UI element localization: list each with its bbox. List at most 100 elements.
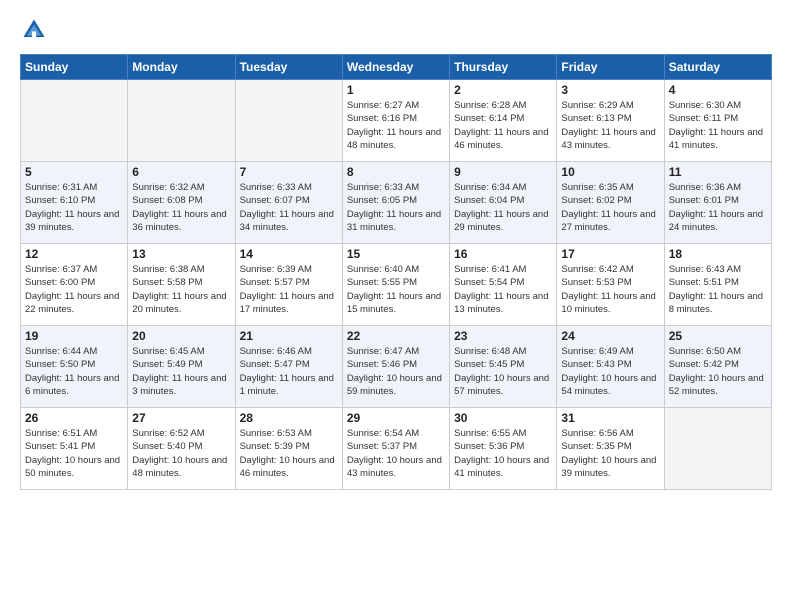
- day-number: 20: [132, 329, 230, 343]
- cell-info: Sunrise: 6:29 AM Sunset: 6:13 PM Dayligh…: [561, 99, 659, 152]
- day-number: 22: [347, 329, 445, 343]
- cell-info: Sunrise: 6:39 AM Sunset: 5:57 PM Dayligh…: [240, 263, 338, 316]
- cell-info: Sunrise: 6:38 AM Sunset: 5:58 PM Dayligh…: [132, 263, 230, 316]
- calendar-cell: 17 Sunrise: 6:42 AM Sunset: 5:53 PM Dayli…: [557, 244, 664, 326]
- day-number: 23: [454, 329, 552, 343]
- cell-info: Sunrise: 6:42 AM Sunset: 5:53 PM Dayligh…: [561, 263, 659, 316]
- calendar-cell: 4 Sunrise: 6:30 AM Sunset: 6:11 PM Daylig…: [664, 80, 771, 162]
- calendar-week-row: 12 Sunrise: 6:37 AM Sunset: 6:00 PM Dayli…: [21, 244, 772, 326]
- calendar-cell: 22 Sunrise: 6:47 AM Sunset: 5:46 PM Dayli…: [342, 326, 449, 408]
- day-number: 26: [25, 411, 123, 425]
- calendar-cell: 2 Sunrise: 6:28 AM Sunset: 6:14 PM Daylig…: [450, 80, 557, 162]
- calendar-cell: 15Sunrise: 6:40 AM Sunset: 5:55 PM Dayli…: [342, 244, 449, 326]
- calendar-body: 1 Sunrise: 6:27 AM Sunset: 6:16 PM Daylig…: [21, 80, 772, 490]
- cell-info: Sunrise: 6:56 AM Sunset: 5:35 PM Dayligh…: [561, 427, 659, 480]
- calendar-cell: 23Sunrise: 6:48 AM Sunset: 5:45 PM Dayli…: [450, 326, 557, 408]
- cell-info: Sunrise: 6:28 AM Sunset: 6:14 PM Dayligh…: [454, 99, 552, 152]
- calendar-cell: 27 Sunrise: 6:52 AM Sunset: 5:40 PM Dayli…: [128, 408, 235, 490]
- calendar-cell: 7 Sunrise: 6:33 AM Sunset: 6:07 PM Daylig…: [235, 162, 342, 244]
- cell-info: Sunrise: 6:34 AM Sunset: 6:04 PM Dayligh…: [454, 181, 552, 234]
- day-number: 17: [561, 247, 659, 261]
- calendar-cell: 24 Sunrise: 6:49 AM Sunset: 5:43 PM Dayli…: [557, 326, 664, 408]
- day-number: 4: [669, 83, 767, 97]
- calendar-cell: 26 Sunrise: 6:51 AM Sunset: 5:41 PM Dayli…: [21, 408, 128, 490]
- day-number: 11: [669, 165, 767, 179]
- day-number: 24: [561, 329, 659, 343]
- calendar-cell: 29 Sunrise: 6:54 AM Sunset: 5:37 PM Dayli…: [342, 408, 449, 490]
- cell-info: Sunrise: 6:43 AM Sunset: 5:51 PM Dayligh…: [669, 263, 767, 316]
- cell-info: Sunrise: 6:50 AM Sunset: 5:42 PM Dayligh…: [669, 345, 767, 398]
- cell-info: Sunrise: 6:37 AM Sunset: 6:00 PM Dayligh…: [25, 263, 123, 316]
- calendar-cell: [664, 408, 771, 490]
- calendar-cell: 20Sunrise: 6:45 AM Sunset: 5:49 PM Dayli…: [128, 326, 235, 408]
- day-number: 7: [240, 165, 338, 179]
- cell-info: Sunrise: 6:52 AM Sunset: 5:40 PM Dayligh…: [132, 427, 230, 480]
- day-number: 27: [132, 411, 230, 425]
- header: [20, 16, 772, 44]
- calendar-cell: 1 Sunrise: 6:27 AM Sunset: 6:16 PM Daylig…: [342, 80, 449, 162]
- day-number: 30: [454, 411, 552, 425]
- day-number: 12: [25, 247, 123, 261]
- calendar-cell: 3Sunrise: 6:29 AM Sunset: 6:13 PM Daylig…: [557, 80, 664, 162]
- day-number: 21: [240, 329, 338, 343]
- page-container: SundayMondayTuesdayWednesdayThursdayFrid…: [0, 0, 792, 500]
- cell-info: Sunrise: 6:51 AM Sunset: 5:41 PM Dayligh…: [25, 427, 123, 480]
- logo-icon: [20, 16, 48, 44]
- cell-info: Sunrise: 6:35 AM Sunset: 6:02 PM Dayligh…: [561, 181, 659, 234]
- cell-info: Sunrise: 6:27 AM Sunset: 6:16 PM Dayligh…: [347, 99, 445, 152]
- calendar-cell: 6 Sunrise: 6:32 AM Sunset: 6:08 PM Daylig…: [128, 162, 235, 244]
- calendar-week-row: 1 Sunrise: 6:27 AM Sunset: 6:16 PM Daylig…: [21, 80, 772, 162]
- cell-info: Sunrise: 6:40 AM Sunset: 5:55 PM Dayligh…: [347, 263, 445, 316]
- calendar-cell: 13 Sunrise: 6:38 AM Sunset: 5:58 PM Dayli…: [128, 244, 235, 326]
- weekday-header-cell: Thursday: [450, 55, 557, 80]
- calendar-cell: 11 Sunrise: 6:36 AM Sunset: 6:01 PM Dayli…: [664, 162, 771, 244]
- cell-info: Sunrise: 6:44 AM Sunset: 5:50 PM Dayligh…: [25, 345, 123, 398]
- cell-info: Sunrise: 6:55 AM Sunset: 5:36 PM Dayligh…: [454, 427, 552, 480]
- calendar-cell: 12 Sunrise: 6:37 AM Sunset: 6:00 PM Dayli…: [21, 244, 128, 326]
- day-number: 1: [347, 83, 445, 97]
- logo: [20, 16, 52, 44]
- cell-info: Sunrise: 6:33 AM Sunset: 6:05 PM Dayligh…: [347, 181, 445, 234]
- cell-info: Sunrise: 6:46 AM Sunset: 5:47 PM Dayligh…: [240, 345, 338, 398]
- day-number: 8: [347, 165, 445, 179]
- cell-info: Sunrise: 6:32 AM Sunset: 6:08 PM Dayligh…: [132, 181, 230, 234]
- day-number: 29: [347, 411, 445, 425]
- weekday-header-row: SundayMondayTuesdayWednesdayThursdayFrid…: [21, 55, 772, 80]
- day-number: 6: [132, 165, 230, 179]
- day-number: 9: [454, 165, 552, 179]
- calendar-cell: 16 Sunrise: 6:41 AM Sunset: 5:54 PM Dayli…: [450, 244, 557, 326]
- cell-info: Sunrise: 6:33 AM Sunset: 6:07 PM Dayligh…: [240, 181, 338, 234]
- day-number: 2: [454, 83, 552, 97]
- day-number: 28: [240, 411, 338, 425]
- weekday-header-cell: Tuesday: [235, 55, 342, 80]
- cell-info: Sunrise: 6:31 AM Sunset: 6:10 PM Dayligh…: [25, 181, 123, 234]
- day-number: 16: [454, 247, 552, 261]
- weekday-header-cell: Friday: [557, 55, 664, 80]
- calendar-cell: 19 Sunrise: 6:44 AM Sunset: 5:50 PM Dayli…: [21, 326, 128, 408]
- day-number: 13: [132, 247, 230, 261]
- calendar-week-row: 5 Sunrise: 6:31 AM Sunset: 6:10 PM Daylig…: [21, 162, 772, 244]
- calendar-cell: 8 Sunrise: 6:33 AM Sunset: 6:05 PM Daylig…: [342, 162, 449, 244]
- calendar-cell: 9 Sunrise: 6:34 AM Sunset: 6:04 PM Daylig…: [450, 162, 557, 244]
- weekday-header-cell: Monday: [128, 55, 235, 80]
- weekday-header-cell: Wednesday: [342, 55, 449, 80]
- cell-info: Sunrise: 6:54 AM Sunset: 5:37 PM Dayligh…: [347, 427, 445, 480]
- calendar-week-row: 26 Sunrise: 6:51 AM Sunset: 5:41 PM Dayli…: [21, 408, 772, 490]
- calendar-cell: 14 Sunrise: 6:39 AM Sunset: 5:57 PM Dayli…: [235, 244, 342, 326]
- calendar-cell: 21 Sunrise: 6:46 AM Sunset: 5:47 PM Dayli…: [235, 326, 342, 408]
- cell-info: Sunrise: 6:30 AM Sunset: 6:11 PM Dayligh…: [669, 99, 767, 152]
- cell-info: Sunrise: 6:49 AM Sunset: 5:43 PM Dayligh…: [561, 345, 659, 398]
- calendar-cell: 31Sunrise: 6:56 AM Sunset: 5:35 PM Dayli…: [557, 408, 664, 490]
- calendar-week-row: 19 Sunrise: 6:44 AM Sunset: 5:50 PM Dayli…: [21, 326, 772, 408]
- calendar-cell: 10Sunrise: 6:35 AM Sunset: 6:02 PM Dayli…: [557, 162, 664, 244]
- day-number: 14: [240, 247, 338, 261]
- calendar-cell: 18Sunrise: 6:43 AM Sunset: 5:51 PM Dayli…: [664, 244, 771, 326]
- day-number: 25: [669, 329, 767, 343]
- cell-info: Sunrise: 6:41 AM Sunset: 5:54 PM Dayligh…: [454, 263, 552, 316]
- cell-info: Sunrise: 6:36 AM Sunset: 6:01 PM Dayligh…: [669, 181, 767, 234]
- calendar-cell: 5 Sunrise: 6:31 AM Sunset: 6:10 PM Daylig…: [21, 162, 128, 244]
- cell-info: Sunrise: 6:47 AM Sunset: 5:46 PM Dayligh…: [347, 345, 445, 398]
- calendar-cell: 25 Sunrise: 6:50 AM Sunset: 5:42 PM Dayli…: [664, 326, 771, 408]
- day-number: 5: [25, 165, 123, 179]
- day-number: 19: [25, 329, 123, 343]
